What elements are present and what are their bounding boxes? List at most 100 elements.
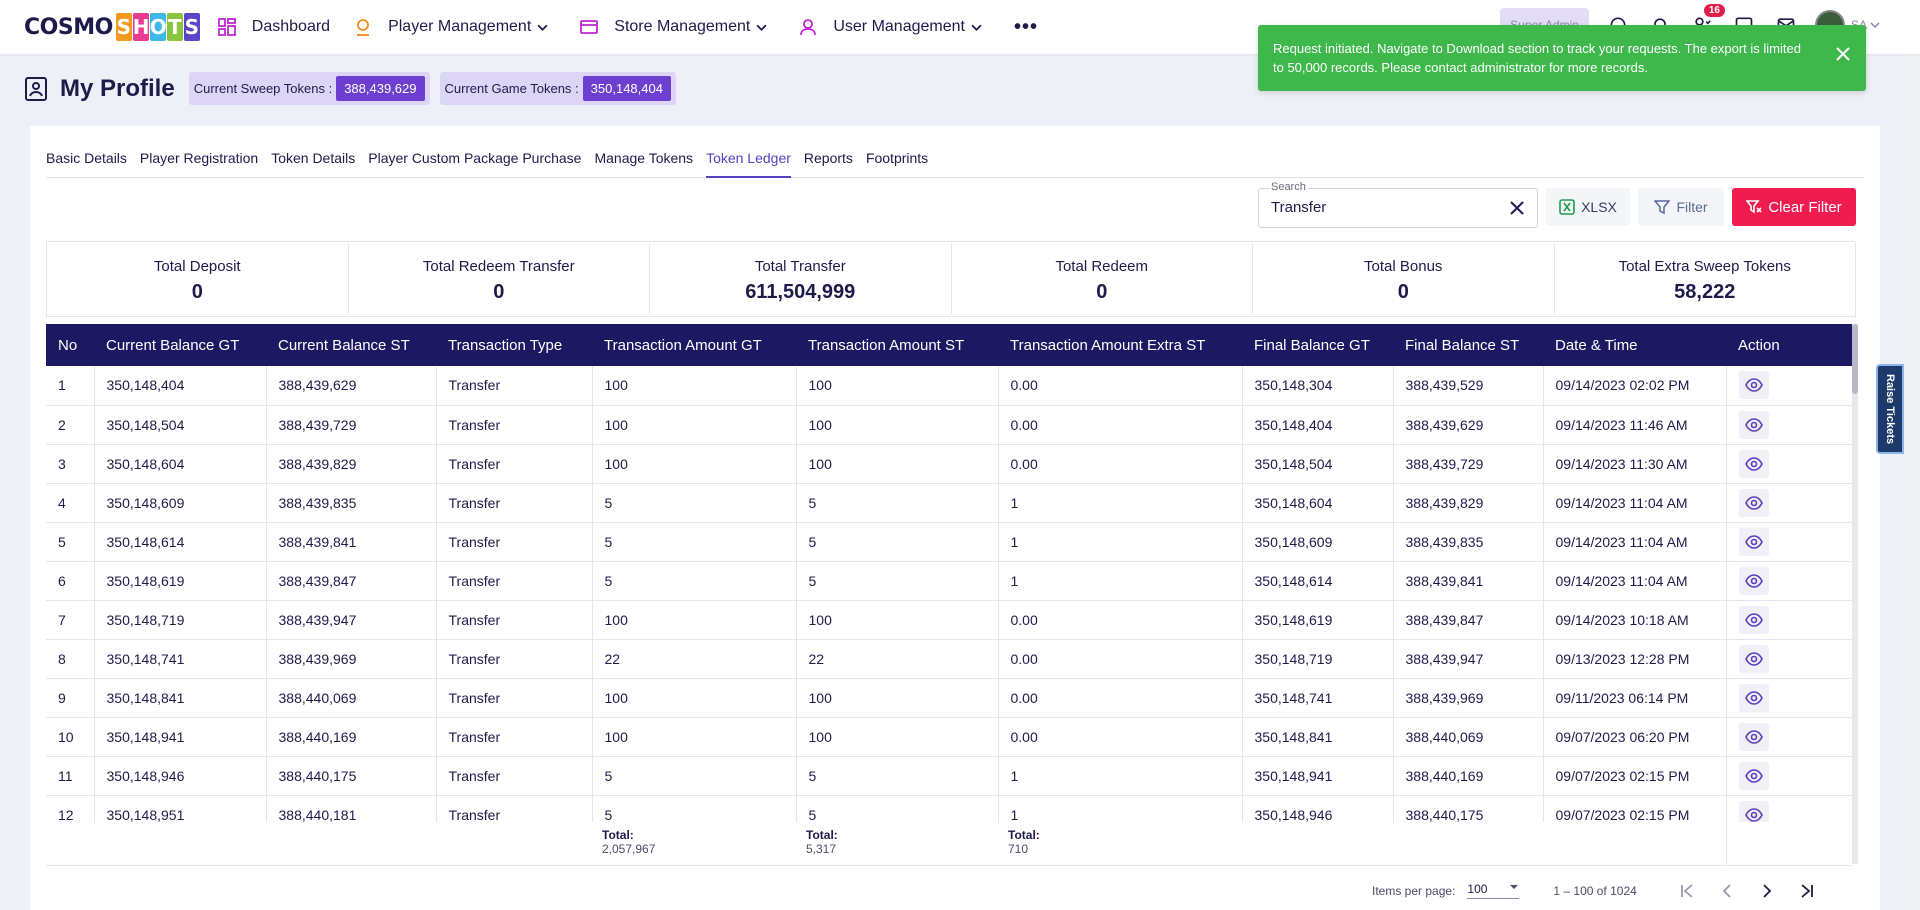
- table-cell: 1: [998, 795, 1243, 822]
- chevron-down-icon: [971, 22, 990, 33]
- table-cell: 09/13/2023 12:28 PM: [1543, 639, 1727, 679]
- chevron-down-icon[interactable]: [1870, 20, 1880, 30]
- tab-token-ledger[interactable]: Token Ledger: [706, 150, 791, 178]
- view-eye-icon[interactable]: [1738, 488, 1769, 517]
- nav-item-label: Dashboard: [251, 18, 331, 35]
- nav-item-user-management[interactable]: User Management: [799, 18, 990, 36]
- filter-button[interactable]: Filter: [1638, 188, 1724, 226]
- table-cell: 5: [796, 522, 999, 562]
- close-icon[interactable]: [1836, 47, 1850, 66]
- column-header[interactable]: Current Balance ST: [266, 324, 436, 366]
- table-cell: 09/14/2023 10:18 AM: [1543, 600, 1727, 640]
- tab-player-registration[interactable]: Player Registration: [140, 150, 258, 178]
- table-cell: 388,440,169: [1393, 756, 1544, 796]
- tab-player-custom-package-purchase[interactable]: Player Custom Package Purchase: [368, 150, 581, 178]
- game-tokens-chip: Current Game Tokens : 350,148,404: [439, 72, 676, 105]
- table-cell: 5: [46, 522, 95, 562]
- tab-reports[interactable]: Reports: [804, 150, 853, 178]
- table-row: 12 350,148,951 388,440,181 Transfer 5 5 1 350,1…: [46, 795, 1852, 822]
- items-per-page-label: Items per page:: [1372, 883, 1456, 898]
- table-cell: Transfer: [436, 405, 593, 445]
- last-page-icon: [1801, 883, 1813, 898]
- tab-basic-details[interactable]: Basic Details: [46, 150, 127, 178]
- column-header[interactable]: Transaction Amount Extra ST: [998, 324, 1242, 366]
- table-cell: 350,148,304: [1242, 366, 1394, 406]
- column-header[interactable]: Transaction Amount GT: [592, 324, 796, 366]
- total-block: Total: 5,317: [806, 828, 838, 856]
- raise-tickets-tab[interactable]: Raise Tickets: [1876, 364, 1904, 454]
- logo-letter: O: [149, 13, 167, 41]
- view-eye-icon[interactable]: [1738, 722, 1769, 751]
- view-eye-icon[interactable]: [1738, 761, 1769, 790]
- search-label: Search: [1269, 181, 1308, 193]
- table-cell: Transfer: [436, 444, 593, 484]
- xlsx-export-button[interactable]: XLSX: [1546, 188, 1630, 226]
- view-eye-icon[interactable]: [1738, 527, 1769, 556]
- more-menu-icon[interactable]: •••: [1014, 16, 1038, 39]
- column-header[interactable]: Action: [1726, 324, 1852, 366]
- column-header[interactable]: Date & Time: [1543, 324, 1726, 366]
- view-eye-icon[interactable]: [1738, 410, 1769, 439]
- table-cell: 350,148,941: [1242, 756, 1394, 796]
- table-row: 1 350,148,404 388,439,629 Transfer 100 100 0.0…: [46, 366, 1852, 406]
- dashboard-icon: [217, 18, 244, 36]
- table-row: 5 350,148,614 388,439,841 Transfer 5 5 1 350,14…: [46, 522, 1852, 562]
- column-header[interactable]: Final Balance GT: [1242, 324, 1393, 366]
- search-field[interactable]: Search: [1258, 181, 1538, 228]
- table-cell: 350,148,946: [94, 756, 267, 796]
- table-cell: 0.00: [998, 639, 1243, 679]
- view-eye-icon[interactable]: [1738, 371, 1769, 400]
- stat-card: Total Deposit 0: [47, 244, 349, 314]
- column-header[interactable]: Final Balance ST: [1393, 324, 1543, 366]
- table-cell: 388,440,069: [266, 678, 437, 718]
- column-header[interactable]: Transaction Amount ST: [796, 324, 998, 366]
- sweep-tokens-label: Current Sweep Tokens :: [193, 81, 333, 96]
- view-eye-icon[interactable]: [1738, 605, 1769, 634]
- clear-filter-button[interactable]: Clear Filter: [1732, 188, 1856, 226]
- view-eye-icon[interactable]: [1738, 566, 1769, 595]
- stat-label: Total Transfer: [754, 258, 846, 275]
- table-cell: 350,148,841: [1242, 717, 1394, 757]
- table-cell: 09/14/2023 11:04 AM: [1543, 561, 1727, 601]
- view-eye-icon[interactable]: [1738, 644, 1769, 673]
- totals-divider: [1726, 822, 1727, 866]
- clear-search-icon[interactable]: [1509, 200, 1525, 221]
- first-page-button[interactable]: [1667, 883, 1707, 899]
- table-scrollbar-thumb[interactable]: [1852, 324, 1858, 394]
- table-cell: 350,148,941: [94, 717, 267, 757]
- table-cell: 388,439,629: [266, 366, 437, 406]
- profile-tabs: Basic Details Player Registration Token De…: [46, 150, 1864, 178]
- table-cell: 388,440,175: [1393, 795, 1544, 822]
- page-scrollbar[interactable]: [1908, 0, 1920, 910]
- page-size-select[interactable]: 100: [1467, 882, 1520, 899]
- nav-item-player-management[interactable]: Player Management: [354, 18, 556, 36]
- view-eye-icon[interactable]: [1738, 449, 1769, 478]
- tab-token-details[interactable]: Token Details: [271, 150, 355, 178]
- tab-manage-tokens[interactable]: Manage Tokens: [594, 150, 693, 178]
- filter-icon: [1654, 200, 1671, 215]
- tab-footprints[interactable]: Footprints: [866, 150, 928, 178]
- nav-item-dashboard[interactable]: Dashboard: [217, 18, 331, 36]
- page-title: My Profile: [60, 74, 175, 102]
- page-range: 1 – 100 of 1024: [1553, 883, 1637, 898]
- table-cell: 100: [592, 678, 797, 718]
- table-scrollbar[interactable]: [1852, 324, 1858, 864]
- column-header[interactable]: Transaction Type: [436, 324, 592, 366]
- toast-notification: Request initiated. Navigate to Download …: [1258, 25, 1866, 91]
- store-icon: [580, 18, 606, 36]
- next-page-button[interactable]: [1747, 883, 1787, 899]
- search-input[interactable]: [1271, 199, 1491, 216]
- ledger-table-container[interactable]: No Current Balance GT Current Balance ST Tr…: [46, 324, 1852, 822]
- last-page-button[interactable]: [1787, 883, 1827, 899]
- clear-filter-icon: [1746, 200, 1762, 214]
- chevron-down-icon: [537, 22, 556, 33]
- view-eye-icon[interactable]: [1738, 800, 1769, 822]
- prev-page-button[interactable]: [1707, 883, 1747, 899]
- view-eye-icon[interactable]: [1738, 683, 1769, 712]
- app-logo[interactable]: COSMO SHOTS: [24, 12, 200, 42]
- column-header[interactable]: Current Balance GT: [94, 324, 266, 366]
- column-header[interactable]: No: [46, 324, 94, 366]
- stat-card: Total Bonus 0: [1253, 244, 1555, 314]
- logo-letters: SHOTS: [115, 13, 200, 41]
- nav-item-store-management[interactable]: Store Management: [580, 18, 775, 36]
